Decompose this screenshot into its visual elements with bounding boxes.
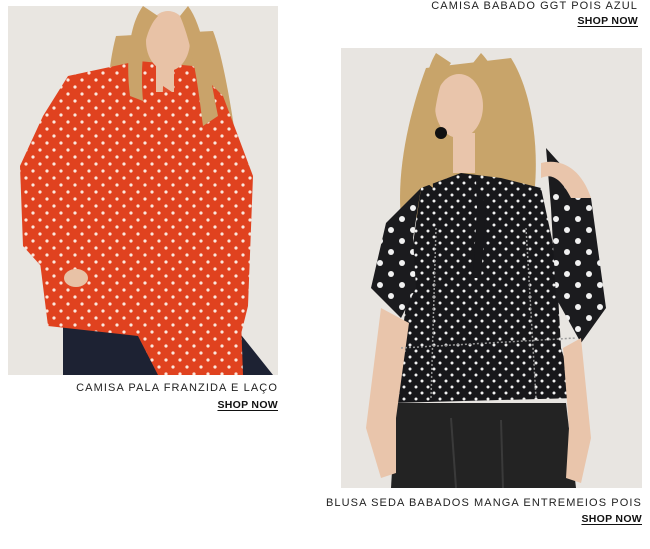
- model-photo-red-blouse: [8, 6, 278, 375]
- product-name[interactable]: BLUSA SEDA BABADOS MANGA ENTREMEIOS POIS: [326, 497, 642, 509]
- product-card-blusa-seda: BLUSA SEDA BABADOS MANGA ENTREMEIOS POIS…: [326, 48, 642, 530]
- product-name[interactable]: CAMISA PALA FRANZIDA E LAÇO: [76, 382, 278, 394]
- product-image[interactable]: [341, 48, 642, 488]
- product-image[interactable]: [8, 6, 278, 375]
- shop-now-link[interactable]: SHOP NOW: [217, 399, 278, 411]
- shop-now-link[interactable]: SHOP NOW: [577, 15, 638, 27]
- product-name[interactable]: CAMISA BABADO GGT POIS AZUL: [431, 0, 638, 12]
- product-card-camisa-pala: CAMISA PALA FRANZIDA E LAÇO SHOP NOW: [8, 6, 278, 416]
- product-card-camisa-babado: CAMISA BABADO GGT POIS AZUL SHOP NOW: [340, 0, 638, 30]
- shop-now-link[interactable]: SHOP NOW: [581, 513, 642, 525]
- model-photo-black-blouse: [341, 48, 642, 488]
